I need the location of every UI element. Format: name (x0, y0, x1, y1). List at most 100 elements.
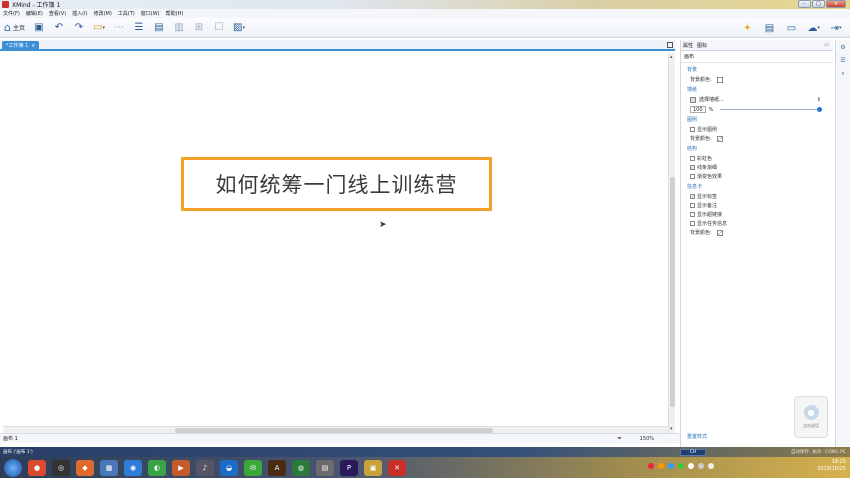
show-labels-row[interactable]: ✓ 显示标签 (690, 193, 833, 200)
boundary-button[interactable]: ☰ (133, 21, 145, 35)
app-icon-2[interactable]: ◆ (76, 459, 94, 476)
background-color-swatch[interactable] (716, 76, 723, 83)
panel-minimize-icon[interactable]: ▭ (824, 42, 829, 48)
taper-lines-row[interactable]: ✓ 线条渐细 (690, 164, 833, 171)
tab-properties[interactable]: 属性 (683, 42, 693, 49)
show-hyperlinks-row[interactable]: 显示超链接 (690, 211, 833, 218)
network-icon[interactable] (698, 463, 704, 469)
properties-icon[interactable]: ⚙ (840, 44, 845, 51)
image-button[interactable]: ▨ ▾ (233, 21, 245, 35)
illustrator-icon[interactable]: A (268, 459, 286, 476)
wechat-icon[interactable]: ✉ (244, 459, 262, 476)
maximize-editor-icon[interactable] (667, 42, 673, 48)
share-button[interactable]: ☁ ▾ (807, 21, 820, 35)
scroll-down-icon[interactable]: ▾ (670, 426, 673, 432)
label-button[interactable]: ⊞ (193, 21, 205, 35)
show-legend-checkbox[interactable] (690, 127, 695, 132)
menu-file[interactable]: 文件(F) (3, 10, 20, 17)
central-topic[interactable]: 如何统筹一门线上训练营 (181, 157, 492, 211)
relationship-button[interactable]: ⋯ (113, 21, 125, 35)
start-button[interactable] (4, 458, 22, 477)
infocard-bg-color-swatch[interactable] (716, 229, 723, 236)
menu-modify[interactable]: 修改(M) (94, 10, 112, 17)
redo-button[interactable]: ↷ (73, 21, 85, 35)
input-method-indicator[interactable]: CH (680, 448, 706, 456)
opacity-value[interactable]: 100 (690, 106, 706, 113)
menu-insert[interactable]: 插入(I) (72, 10, 87, 17)
outline-view-icon[interactable]: ☰ (840, 57, 845, 64)
app-icon-8[interactable]: ▣ (364, 459, 382, 476)
rainbow-checkbox[interactable] (690, 156, 695, 161)
outline-button[interactable]: ▤ (763, 21, 775, 35)
gradient-checkbox[interactable] (690, 174, 695, 179)
save-button[interactable]: ▣ (33, 21, 45, 35)
app-icon-1[interactable]: ◎ (52, 459, 70, 476)
xmind-taskbar-icon[interactable]: ✕ (388, 459, 406, 476)
microphone-app-icon[interactable]: ♪ (196, 459, 214, 476)
file-explorer-icon[interactable]: ▦ (100, 459, 118, 476)
tab-workbook-1[interactable]: *工作簿 1 × (2, 41, 40, 51)
export-button[interactable]: ⇥ ▾ (830, 21, 842, 35)
maximize-button[interactable]: □ (812, 0, 825, 8)
volume-icon[interactable] (708, 463, 714, 469)
show-hyperlinks-checkbox[interactable] (690, 212, 695, 217)
attachment-button[interactable]: ☐ (213, 21, 225, 35)
zoom-level[interactable]: 150% (640, 436, 654, 442)
show-task-info-row[interactable]: 显示任务信息 (690, 220, 833, 227)
show-labels-checkbox[interactable]: ✓ (690, 194, 695, 199)
rainbow-row[interactable]: 彩虹色 (690, 155, 833, 162)
app-icon-7[interactable]: ▤ (316, 459, 334, 476)
gradient-row[interactable]: 渐变色效果 (690, 173, 833, 180)
tab-close-icon[interactable]: × (31, 41, 35, 51)
tray-icon-4[interactable] (678, 463, 684, 469)
menu-view[interactable]: 查看(V) (49, 10, 66, 17)
home-button[interactable]: ⌂ 主页 (4, 21, 25, 35)
summary-button[interactable]: ▤ (153, 21, 165, 35)
menu-help[interactable]: 帮助(H) (166, 10, 184, 17)
vertical-scroll-thumb[interactable] (670, 177, 675, 407)
mindmap-canvas[interactable]: 如何统筹一门线上训练营 ➤ (3, 53, 666, 425)
taper-lines-checkbox[interactable]: ✓ (690, 165, 695, 170)
idea-button[interactable]: ✦ (741, 21, 753, 35)
presentation-button[interactable]: ▭ (785, 21, 797, 35)
microphone-icon[interactable]: ● (803, 405, 819, 420)
app-icon-3[interactable]: ◉ (124, 459, 142, 476)
wallpaper-select[interactable]: 选择墙纸... ⇕ (690, 96, 833, 103)
tray-icon-5[interactable] (688, 463, 694, 469)
app-icon-5[interactable]: ◒ (220, 459, 238, 476)
browser-icon[interactable]: ● (28, 459, 46, 476)
search-icon[interactable]: ⌕ (841, 70, 844, 78)
app-icon-4[interactable]: ◐ (148, 459, 166, 476)
tray-icon-3[interactable] (668, 463, 674, 469)
horizontal-scrollbar[interactable] (3, 426, 668, 433)
slider-knob[interactable] (817, 107, 823, 112)
premiere-icon[interactable]: P (340, 459, 358, 476)
close-button[interactable]: ✕ (826, 0, 846, 8)
minimize-button[interactable]: – (798, 0, 811, 8)
show-legend-row[interactable]: 显示图例 (690, 126, 833, 133)
tab-icons[interactable]: 图标 (697, 42, 707, 49)
menu-tools[interactable]: 工具(T) (118, 10, 135, 17)
tray-icon-2[interactable] (658, 463, 664, 469)
menu-edit[interactable]: 编辑(E) (26, 10, 43, 17)
opacity-slider[interactable] (720, 107, 823, 112)
tray-icon-1[interactable] (648, 463, 654, 469)
show-task-info-checkbox[interactable] (690, 221, 695, 226)
menu-window[interactable]: 窗口(W) (141, 10, 160, 17)
wallpaper-dropdown-icon[interactable]: ⇕ (817, 97, 821, 103)
filter-icon[interactable]: ⏷ (617, 435, 622, 443)
legend-bg-color-swatch[interactable] (716, 135, 723, 142)
topic-button[interactable]: ▭ ▾ (93, 21, 105, 35)
undo-button[interactable]: ↶ (53, 21, 65, 35)
vertical-scrollbar[interactable]: ▴ ▾ (668, 53, 675, 433)
note-button[interactable]: ▥ (173, 21, 185, 35)
voice-input-widget[interactable]: ● 点击说话 (794, 396, 828, 438)
media-player-icon[interactable]: ▶ (172, 459, 190, 476)
show-notes-row[interactable]: 显示备注 (690, 202, 833, 209)
reset-style-link[interactable]: 重置样式 (687, 433, 707, 440)
sheet-tab-1[interactable]: 画布 1 (3, 435, 18, 442)
clock[interactable]: 19:25 2019/10/25 (817, 459, 846, 473)
show-notes-checkbox[interactable] (690, 203, 695, 208)
scroll-up-icon[interactable]: ▴ (670, 54, 673, 60)
app-icon-6[interactable]: ◍ (292, 459, 310, 476)
